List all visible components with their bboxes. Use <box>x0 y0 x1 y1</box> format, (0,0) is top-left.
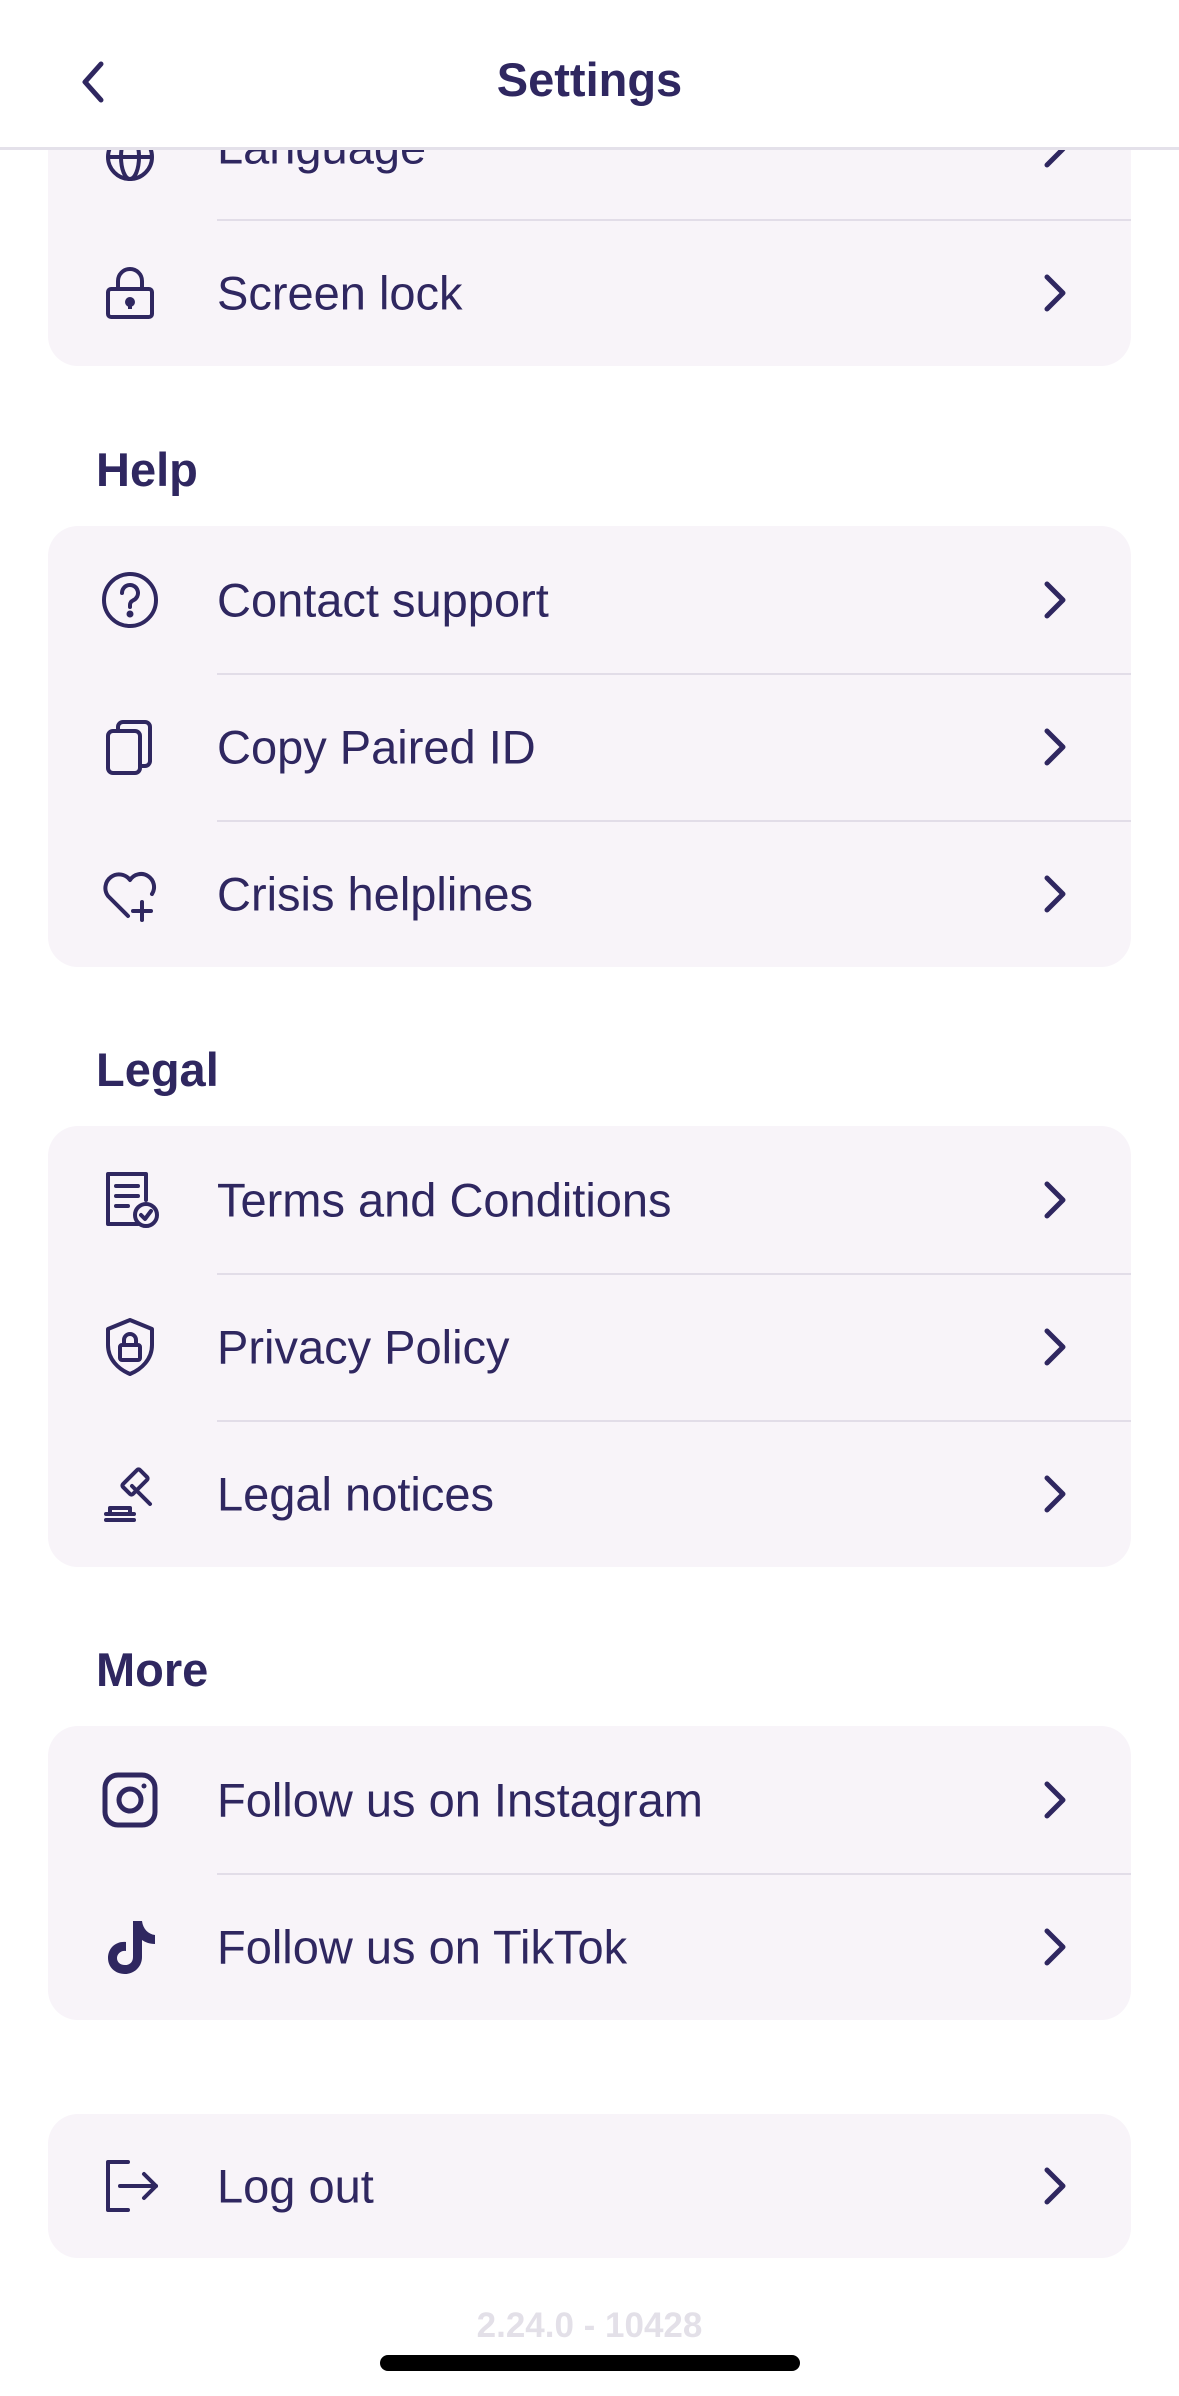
settings-item-instagram[interactable]: Follow us on Instagram <box>48 1726 1131 1873</box>
question-circle-icon <box>98 568 162 632</box>
lock-icon <box>98 261 162 325</box>
section-title-more: More <box>96 1643 209 1696</box>
settings-scroll-area[interactable]: Language Screen lock Help <box>0 0 1179 2396</box>
chevron-right-icon <box>1037 1776 1073 1824</box>
settings-item-label: Legal notices <box>217 1467 494 1520</box>
chevron-right-icon <box>1037 2162 1073 2210</box>
tiktok-icon <box>98 1915 162 1979</box>
heart-plus-icon <box>98 862 162 926</box>
chevron-right-icon <box>1037 269 1073 317</box>
navigation-header: Settings <box>0 0 1179 150</box>
settings-item-copy-paired-id[interactable]: Copy Paired ID <box>48 673 1131 820</box>
logout-button[interactable]: Log out <box>48 2114 1131 2258</box>
settings-item-label: Contact support <box>217 573 549 626</box>
more-settings-group: Follow us on Instagram Follow us on TikT… <box>48 1726 1131 2020</box>
settings-item-legal-notices[interactable]: Legal notices <box>48 1420 1131 1567</box>
shield-lock-icon <box>98 1315 162 1379</box>
settings-item-tiktok[interactable]: Follow us on TikTok <box>48 1873 1131 2020</box>
section-title-legal: Legal <box>96 1043 219 1096</box>
chevron-right-icon <box>1037 870 1073 918</box>
section-title-help: Help <box>96 443 198 496</box>
settings-item-label: Follow us on TikTok <box>217 1920 628 1973</box>
settings-item-terms-and-conditions[interactable]: Terms and Conditions <box>48 1126 1131 1273</box>
page-title: Settings <box>496 53 683 106</box>
account-settings-group: Log out <box>48 2114 1131 2258</box>
gavel-icon <box>98 1462 162 1526</box>
settings-item-screen-lock[interactable]: Screen lock <box>48 219 1131 366</box>
instagram-icon <box>98 1768 162 1832</box>
help-settings-group: Contact support Copy Paired ID Crisis he… <box>48 526 1131 967</box>
chevron-right-icon <box>1037 576 1073 624</box>
settings-item-label: Copy Paired ID <box>217 720 536 773</box>
settings-item-label: Screen lock <box>217 266 463 319</box>
logout-icon <box>98 2154 162 2218</box>
document-check-icon <box>98 1168 162 1232</box>
copy-icon <box>98 715 162 779</box>
settings-item-privacy-policy[interactable]: Privacy Policy <box>48 1273 1131 1420</box>
settings-item-label: Log out <box>217 2159 374 2213</box>
chevron-right-icon <box>1037 1176 1073 1224</box>
chevron-right-icon <box>1037 1923 1073 1971</box>
legal-settings-group: Terms and Conditions Privacy Policy Lega… <box>48 1126 1131 1567</box>
settings-item-contact-support[interactable]: Contact support <box>48 526 1131 673</box>
chevron-right-icon <box>1037 723 1073 771</box>
chevron-right-icon <box>1037 1323 1073 1371</box>
settings-item-crisis-helplines[interactable]: Crisis helplines <box>48 820 1131 967</box>
settings-item-label: Crisis helplines <box>217 867 534 920</box>
settings-item-label: Privacy Policy <box>217 1320 510 1373</box>
chevron-right-icon <box>1037 1470 1073 1518</box>
settings-item-label: Terms and Conditions <box>217 1173 672 1226</box>
home-indicator[interactable] <box>380 2355 800 2371</box>
settings-item-label: Follow us on Instagram <box>217 1773 703 1826</box>
app-version: 2.24.0 - 10428 <box>476 2306 703 2345</box>
